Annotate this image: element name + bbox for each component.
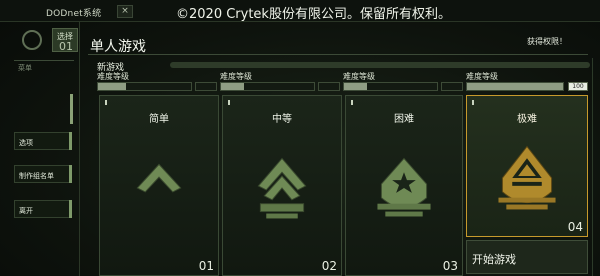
rank-double-chevron-icon: [257, 157, 307, 219]
difficulty-meter-extreme: 难度等级 100: [466, 71, 588, 93]
card-title: 困难: [394, 114, 414, 125]
difficulty-bar-fill: [467, 83, 563, 90]
difficulty-meter-medium: 难度等级: [220, 71, 340, 93]
top-bar: DODnet系统 × ©2020 Crytek股份有限公司。保留所有权利。: [0, 0, 600, 22]
difficulty-bar-fill: [98, 83, 126, 90]
rank-star-shield-icon: [377, 157, 431, 217]
difficulty-label: 难度等级: [343, 72, 375, 81]
difficulty-bar: [220, 82, 315, 91]
rank-chevron-icon: [136, 163, 182, 193]
menu-item-credits[interactable]: 制作组名单: [14, 165, 72, 183]
close-button[interactable]: ×: [117, 5, 133, 18]
menu-item-options[interactable]: 选项: [14, 132, 72, 150]
difficulty-bar-segment: [318, 82, 340, 91]
difficulty-bar: [97, 82, 192, 91]
card-title: 极难: [517, 114, 537, 125]
selection-number: 01: [59, 40, 73, 53]
right-rail: [592, 58, 593, 276]
card-number: 02: [321, 259, 337, 273]
menu-item-exit[interactable]: 离开: [14, 200, 72, 218]
menu-rail: [70, 94, 73, 124]
card-title: 简单: [149, 114, 169, 125]
unlock-label: 获得权限！: [527, 37, 567, 46]
card-tick: [472, 100, 474, 105]
copyright-notice: ©2020 Crytek股份有限公司。保留所有权利。: [176, 7, 451, 22]
difficulty-bar-segment: [195, 82, 217, 91]
difficulty-bar: [343, 82, 438, 91]
card-tick: [351, 100, 353, 105]
game-menu-screen: DODnet系统 × ©2020 Crytek股份有限公司。保留所有权利。 选择…: [0, 0, 600, 276]
difficulty-card-medium[interactable]: 中等 02: [222, 95, 342, 276]
card-number: 04: [567, 220, 583, 234]
rank-emblem-icon: [498, 145, 556, 210]
system-title: DODnet系统: [46, 9, 102, 19]
selection-indicator: 选择 01: [52, 28, 78, 53]
difficulty-bar-segment: [441, 82, 463, 91]
panel-title: 单人游戏: [90, 39, 146, 55]
difficulty-meter-easy: 难度等级: [97, 71, 217, 93]
difficulty-label: 难度等级: [220, 72, 252, 81]
difficulty-card-easy[interactable]: 简单 01: [99, 95, 219, 276]
menu-header: 菜单: [14, 60, 74, 74]
card-number: 01: [198, 259, 214, 273]
difficulty-card-hard[interactable]: 困难 03: [345, 95, 463, 276]
difficulty-meter-hard: 难度等级: [343, 71, 463, 93]
start-game-button[interactable]: 开始游戏: [466, 240, 588, 274]
difficulty-label: 难度等级: [97, 72, 129, 81]
card-tick: [105, 100, 107, 105]
ring-icon: [22, 30, 42, 50]
difficulty-bar-fill: [344, 83, 368, 90]
tab-strip: [170, 62, 590, 68]
header-divider: [88, 54, 588, 55]
difficulty-value: 100: [568, 82, 588, 91]
difficulty-card-extreme[interactable]: 极难 04: [466, 95, 588, 237]
difficulty-bar-fill: [221, 83, 245, 90]
difficulty-label: 难度等级: [466, 72, 498, 81]
card-tick: [228, 100, 230, 105]
difficulty-bar: [466, 82, 564, 91]
card-number: 03: [442, 259, 458, 273]
card-title: 中等: [272, 114, 292, 125]
